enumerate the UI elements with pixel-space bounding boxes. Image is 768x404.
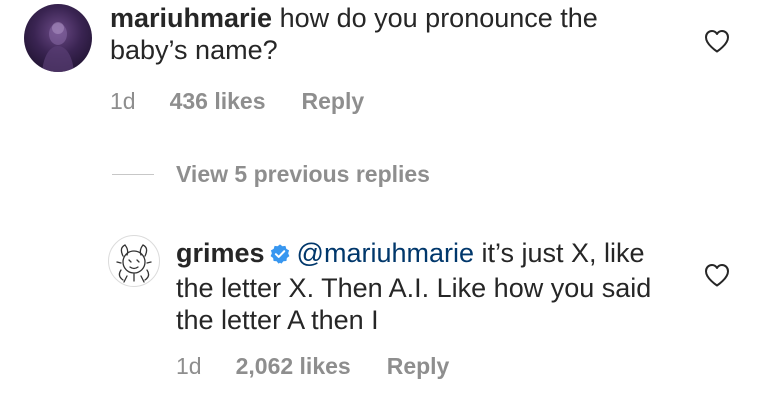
view-previous-replies-button[interactable]: View 5 previous replies — [112, 161, 430, 188]
comment-body: mariuhmarie how do you pronounce the bab… — [110, 2, 670, 66]
comment-username[interactable]: mariuhmarie — [110, 3, 272, 33]
heart-icon[interactable] — [704, 263, 730, 287]
reply-username[interactable]: grimes — [176, 238, 265, 268]
reply-button[interactable]: Reply — [387, 353, 450, 380]
view-replies-label: View 5 previous replies — [176, 161, 430, 187]
avatar-mariuhmarie[interactable] — [24, 4, 92, 72]
verified-badge-icon — [269, 240, 291, 272]
heart-icon[interactable] — [704, 29, 730, 53]
reply-button[interactable]: Reply — [302, 88, 365, 115]
comment-likes-count[interactable]: 436 likes — [170, 88, 266, 115]
comment-meta: 1d 436 likes Reply — [110, 88, 364, 115]
avatar-grimes[interactable] — [108, 235, 160, 287]
reply-body: grimes @mariuhmarie it’s just X, like the… — [176, 237, 676, 336]
reply-time[interactable]: 1d — [176, 353, 202, 380]
comment-time[interactable]: 1d — [110, 88, 136, 115]
replies-divider — [112, 174, 154, 175]
reply-mention-link[interactable]: @mariuhmarie — [297, 238, 474, 268]
reply-meta: 1d 2,062 likes Reply — [176, 353, 449, 380]
reply-likes-count[interactable]: 2,062 likes — [236, 353, 351, 380]
